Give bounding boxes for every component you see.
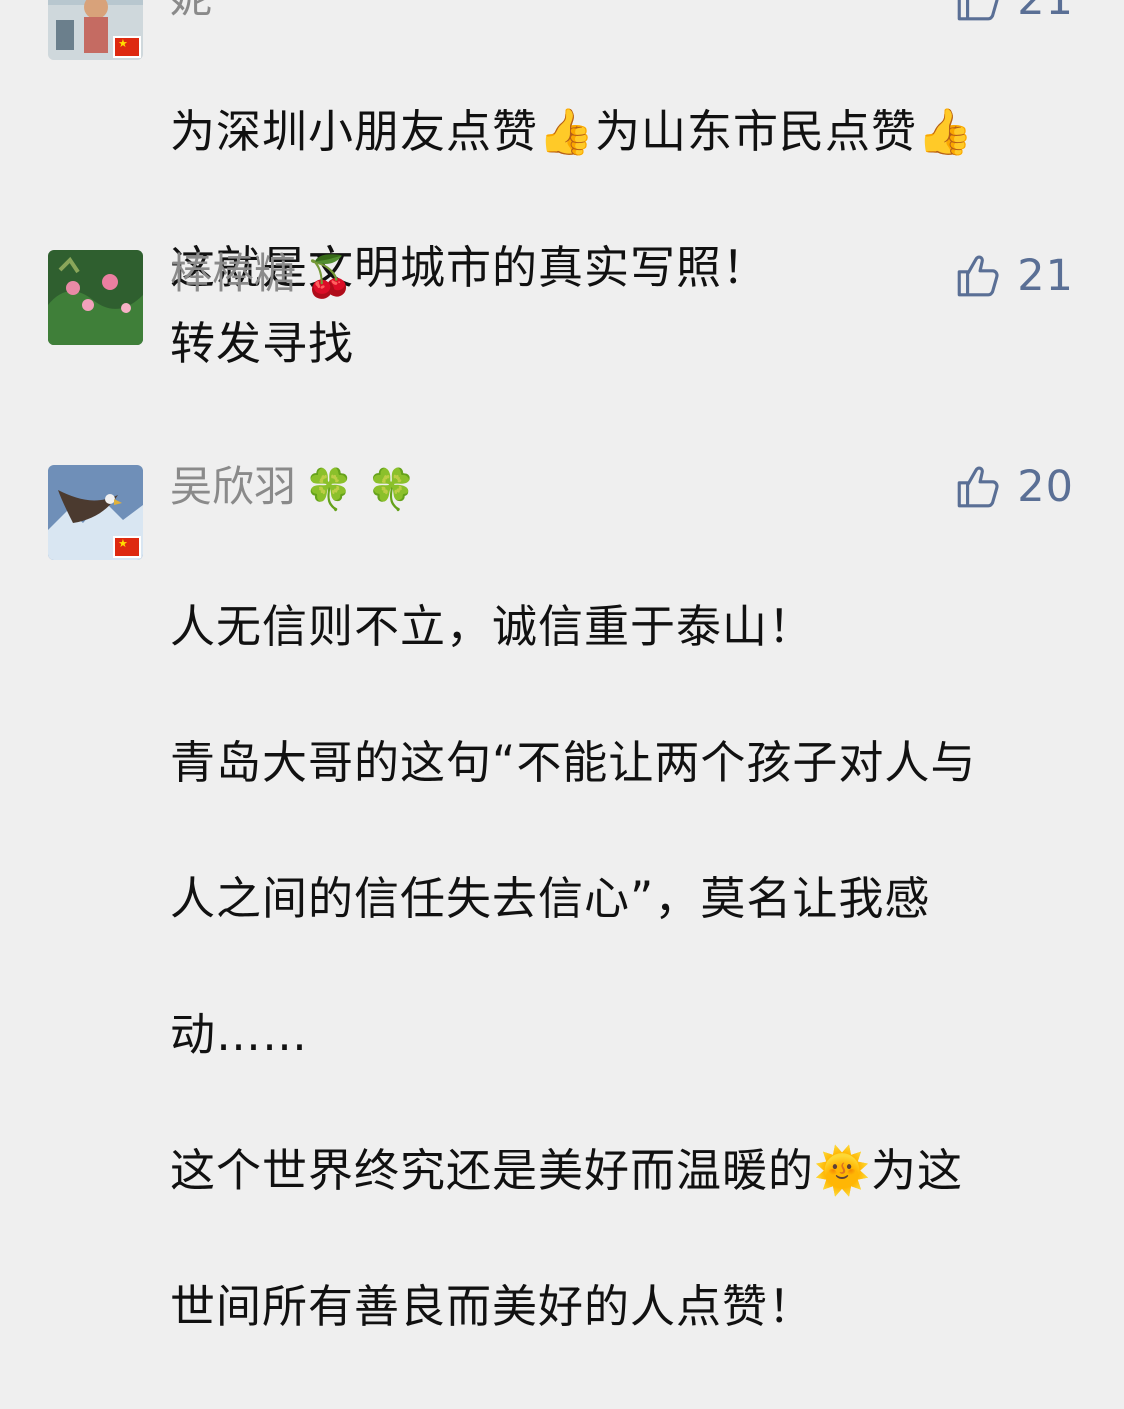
thumbs-up-outline-icon [957,0,999,21]
avatar[interactable] [48,465,143,560]
comment-item: 吴欣羽🍀 🍀 20 人无信则不立，诚信重于泰山！ 青岛大哥的这句“不能让两个孩子… [0,445,1124,1333]
thumbs-up-outline-icon [957,255,999,297]
comment-line: 青岛大哥的这句“不能让两个孩子对人与 [170,736,977,789]
comment-text: 人无信则不立，诚信重于泰山！ 青岛大哥的这句“不能让两个孩子对人与 人之间的信任… [170,525,1070,1409]
like-count: 20 [1017,462,1074,512]
flag-cn-icon [113,36,141,58]
flag-cn-icon [113,536,141,558]
cherries-emoji-icon: 🍒 [304,253,354,300]
comment-item: 妮 21 为深圳小朋友点赞👍为山东市民点赞👍 这就是文明城市的真实写照！ [0,0,1124,294]
like-count: 21 [1017,251,1074,301]
comment-text: 转发寻找 [170,317,355,370]
like-button[interactable]: 21 [953,0,1074,28]
username[interactable]: 棒棒糖 🍒 [170,246,354,305]
four-leaf-clover-emoji-icon: 🍀 🍀 [304,466,417,513]
comment-line: 这个世界终究还是美好而温暖的🌞为这 [170,1144,964,1197]
username-text: 棒棒糖 [170,249,297,298]
like-count: 21 [1017,0,1074,25]
avatar[interactable] [48,250,143,345]
username[interactable]: 妮 [170,0,212,26]
avatar[interactable] [48,0,143,60]
comment-line: 人无信则不立，诚信重于泰山！ [170,600,815,653]
comment-line: 人之间的信任失去信心”，莫名让我感 [170,872,931,925]
like-button[interactable]: 20 [953,459,1074,515]
username-text: 吴欣羽 [170,462,297,511]
comment-line: 为深圳小朋友点赞👍为山东市民点赞👍 [170,105,975,158]
comment-item: 棒棒糖 🍒 21 转发寻找 [0,230,1124,430]
username[interactable]: 吴欣羽 🍀 🍀 [170,459,416,518]
comment-line: 动…… [170,1008,309,1061]
comment-line: 世间所有善良而美好的人点赞！ [170,1280,815,1333]
thumbs-up-outline-icon [957,466,999,508]
like-button[interactable]: 21 [953,248,1074,304]
avatar-image-flowers-icon [48,250,143,345]
